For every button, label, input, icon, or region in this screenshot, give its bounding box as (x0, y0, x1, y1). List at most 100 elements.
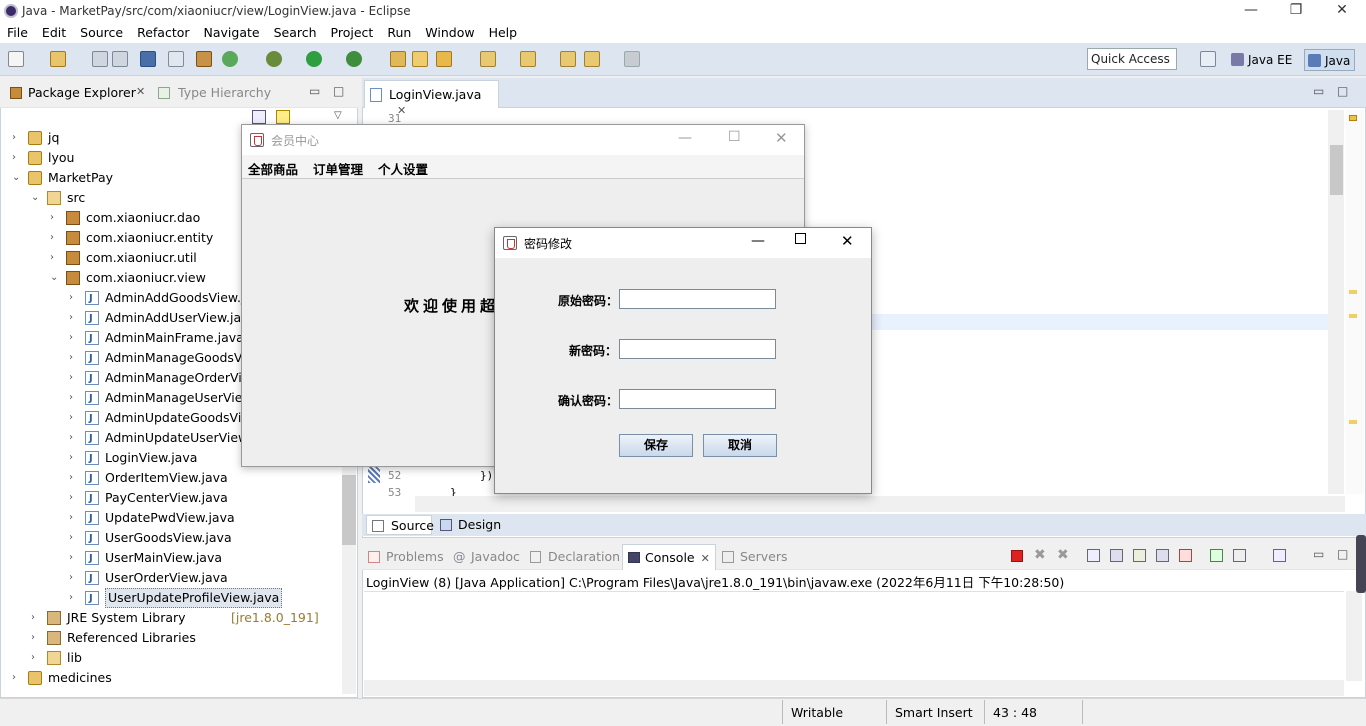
member-close-button[interactable]: ✕ (775, 129, 788, 147)
tab-javadoc[interactable]: @ Javadoc (453, 549, 520, 564)
display-console-icon[interactable] (1233, 549, 1246, 562)
tab-servers[interactable]: Servers (722, 549, 788, 564)
last-edit-icon[interactable] (560, 51, 576, 67)
link-editor-icon[interactable] (276, 110, 290, 124)
collapsed-arrow-icon[interactable]: › (69, 468, 79, 488)
maximize-view-icon[interactable]: □ (333, 84, 344, 98)
tree-item[interactable]: › medicines (0, 668, 342, 688)
collapsed-arrow-icon[interactable]: › (69, 368, 79, 388)
new-project-icon[interactable] (50, 51, 66, 67)
expanded-arrow-icon[interactable]: ⌄ (50, 268, 60, 288)
forward-icon[interactable] (624, 51, 640, 67)
menu-file[interactable]: File (0, 22, 35, 40)
collapsed-arrow-icon[interactable]: › (12, 128, 22, 148)
open-console-icon[interactable] (1273, 549, 1286, 562)
save-button[interactable]: 保存 (619, 434, 693, 457)
tab-package-explorer[interactable]: Package Explorer (28, 85, 136, 100)
member-minimize-button[interactable]: — (678, 130, 692, 146)
collapsed-arrow-icon[interactable]: › (69, 588, 79, 608)
collapsed-arrow-icon[interactable]: › (50, 228, 60, 248)
refresh-icon[interactable] (222, 51, 238, 67)
collapse-all-icon[interactable] (252, 110, 266, 124)
tree-item[interactable]: › OrderItemView.java (0, 468, 342, 489)
collapsed-arrow-icon[interactable]: › (69, 328, 79, 348)
pen-icon[interactable] (436, 51, 452, 67)
collapsed-arrow-icon[interactable]: › (69, 528, 79, 548)
next-annotation-icon[interactable] (480, 51, 496, 67)
tree-item[interactable]: › UpdatePwdView.java (0, 508, 342, 529)
collapsed-arrow-icon[interactable]: › (69, 508, 79, 528)
collapsed-arrow-icon[interactable]: › (69, 548, 79, 568)
perspective-java-ee[interactable]: Java EE (1228, 49, 1296, 71)
save-icon[interactable] (92, 51, 108, 67)
tree-item[interactable]: › UserUpdateProfileView.java (0, 588, 342, 609)
menu-personal-settings[interactable]: 个人设置 (378, 159, 428, 178)
tree-item[interactable]: › UserMainView.java (0, 548, 342, 569)
collapsed-arrow-icon[interactable]: › (31, 608, 41, 628)
tab-source[interactable]: Source (366, 515, 434, 535)
collapsed-arrow-icon[interactable]: › (69, 428, 79, 448)
show-on-output-icon[interactable] (1156, 549, 1169, 562)
build-icon[interactable] (196, 51, 212, 67)
editor-vscroll-thumb[interactable] (1330, 145, 1343, 195)
scroll-lock-icon[interactable] (1110, 549, 1123, 562)
side-handle[interactable] (1356, 535, 1366, 593)
menu-search[interactable]: Search (267, 22, 324, 40)
perspective-java[interactable]: Java (1304, 49, 1356, 71)
collapsed-arrow-icon[interactable]: › (69, 568, 79, 588)
run-icon[interactable] (306, 51, 322, 67)
collapsed-arrow-icon[interactable]: › (69, 388, 79, 408)
terminate-icon[interactable] (1011, 550, 1023, 562)
save-all-icon[interactable] (112, 51, 128, 67)
tree-item[interactable]: › PayCenterView.java (0, 488, 342, 509)
collapsed-arrow-icon[interactable]: › (31, 628, 41, 648)
remove-launch-icon[interactable]: ✖ (1034, 547, 1046, 563)
console-minimize-icon[interactable]: ▭ (1313, 547, 1324, 561)
tab-console[interactable]: Console ✕ (622, 544, 716, 570)
skip-breakpoints-icon[interactable] (168, 51, 184, 67)
new-icon[interactable] (8, 51, 24, 67)
menu-edit[interactable]: Edit (35, 22, 73, 40)
editor-hscroll[interactable] (415, 496, 1345, 512)
dialog-minimize-button[interactable]: — (751, 233, 765, 249)
coverage-icon[interactable] (346, 51, 362, 67)
minimize-view-icon[interactable]: ▭ (309, 84, 320, 98)
menu-help[interactable]: Help (482, 22, 525, 40)
dialog-close-button[interactable]: ✕ (841, 232, 854, 250)
tree-item[interactable]: › Referenced Libraries (0, 628, 342, 648)
expanded-arrow-icon[interactable]: ⌄ (31, 188, 41, 208)
tree-scrollbar-thumb[interactable] (342, 475, 356, 545)
cancel-button[interactable]: 取消 (703, 434, 777, 457)
close-button[interactable]: ✕ (1327, 2, 1357, 20)
collapsed-arrow-icon[interactable]: › (12, 148, 22, 168)
pin-console-icon[interactable] (1210, 549, 1223, 562)
member-maximize-button[interactable]: ☐ (728, 129, 741, 145)
close-tab-icon[interactable]: ✕ (136, 85, 145, 98)
tree-item[interactable]: › lib (0, 648, 342, 668)
clear-console-icon[interactable] (1087, 549, 1100, 562)
collapsed-arrow-icon[interactable]: › (50, 208, 60, 228)
remove-all-icon[interactable]: ✖ (1057, 547, 1069, 563)
minimize-button[interactable]: — (1236, 2, 1266, 20)
open-perspective-icon[interactable] (1200, 51, 1216, 67)
menu-refactor[interactable]: Refactor (130, 22, 196, 40)
expanded-arrow-icon[interactable]: ⌄ (12, 168, 22, 188)
console-vscroll[interactable] (1346, 591, 1362, 681)
collapsed-arrow-icon[interactable]: › (12, 668, 22, 688)
tree-item[interactable]: › JRE System Library [jre1.8.0_191] (0, 608, 342, 628)
menu-all-goods[interactable]: 全部商品 (248, 159, 298, 178)
collapsed-arrow-icon[interactable]: › (69, 408, 79, 428)
menu-run[interactable]: Run (380, 22, 418, 40)
prev-annotation-icon[interactable] (520, 51, 536, 67)
confirm-password-field[interactable] (619, 389, 776, 409)
tab-loginview[interactable]: LoginView.java ✕ (364, 80, 499, 117)
back-icon[interactable] (584, 51, 600, 67)
tree-item[interactable]: › UserGoodsView.java (0, 528, 342, 549)
original-password-field[interactable] (619, 289, 776, 309)
tab-declaration[interactable]: Declaration (530, 549, 620, 564)
dialog-maximize-button[interactable] (795, 233, 806, 244)
show-on-error-icon[interactable] (1179, 549, 1192, 562)
console-maximize-icon[interactable]: □ (1337, 547, 1348, 561)
collapsed-arrow-icon[interactable]: › (69, 488, 79, 508)
tab-type-hierarchy[interactable]: Type Hierarchy (178, 85, 271, 100)
